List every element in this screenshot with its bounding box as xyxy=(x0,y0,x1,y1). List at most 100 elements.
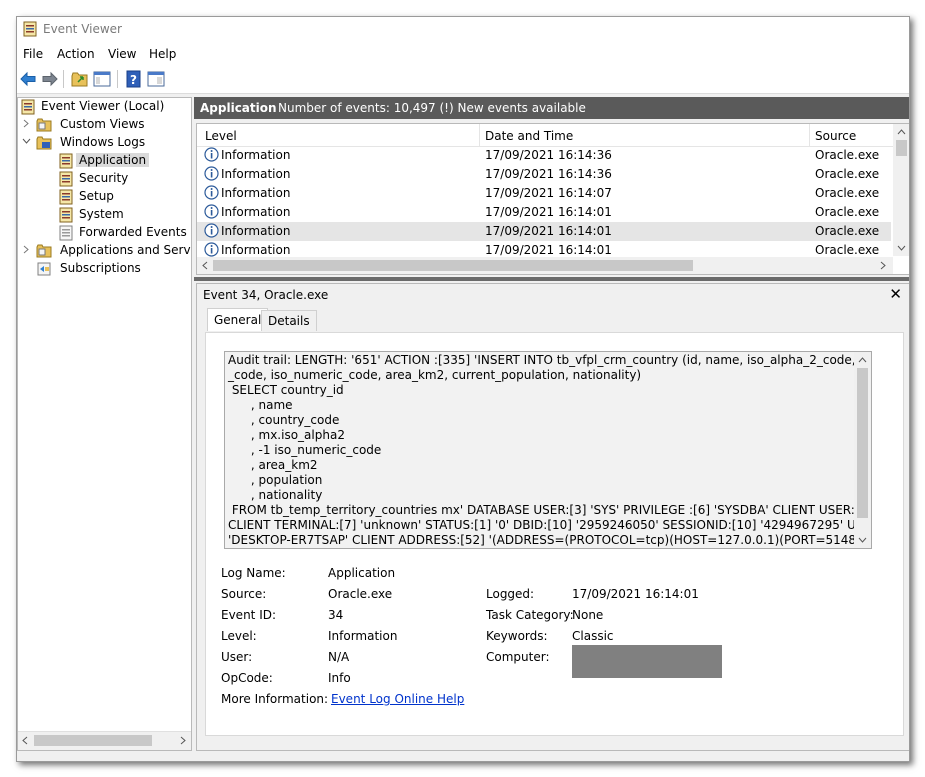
chevron-right-icon[interactable] xyxy=(178,736,187,745)
menu-help[interactable]: Help xyxy=(149,47,176,61)
information-icon xyxy=(204,166,219,181)
chevron-down-icon[interactable] xyxy=(22,137,31,146)
event-log-online-help-link[interactable]: Event Log Online Help xyxy=(331,692,464,706)
forward-arrow-icon[interactable] xyxy=(41,70,59,88)
column-divider[interactable] xyxy=(809,124,810,146)
event-source: Oracle.exe xyxy=(815,224,880,238)
event-source: Oracle.exe xyxy=(815,186,880,200)
pane-splitter[interactable] xyxy=(194,277,909,281)
event-level: Information xyxy=(221,167,291,181)
tree-horizontal-scrollbar[interactable] xyxy=(18,731,191,750)
close-icon[interactable]: ✕ xyxy=(889,285,902,303)
folder-icon xyxy=(36,118,52,132)
log-header-title: Application xyxy=(200,101,277,115)
grid-vertical-scrollbar[interactable] xyxy=(893,124,909,256)
event-datetime: 17/09/2021 16:14:01 xyxy=(485,224,612,238)
chevron-down-icon[interactable] xyxy=(897,243,906,252)
tree-label: Subscriptions xyxy=(60,261,141,275)
menu-view[interactable]: View xyxy=(108,47,136,61)
log-icon xyxy=(59,153,73,169)
event-message-text: Audit trail: LENGTH: '651' ACTION :[335]… xyxy=(228,353,872,547)
event-row[interactable]: Information 17/09/2021 16:14:07 Oracle.e… xyxy=(197,184,891,203)
event-source: Oracle.exe xyxy=(815,205,880,219)
scroll-thumb[interactable] xyxy=(896,140,907,156)
event-level: Information xyxy=(221,243,291,257)
log-header: Application Number of events: 10,497 (!)… xyxy=(194,97,909,119)
chevron-right-icon[interactable] xyxy=(22,119,31,128)
user-value: N/A xyxy=(328,650,350,664)
log-icon xyxy=(59,207,73,223)
column-divider[interactable] xyxy=(479,124,480,146)
opcode-value: Info xyxy=(328,671,351,685)
log-icon xyxy=(59,189,73,205)
event-row-selected[interactable]: Information 17/09/2021 16:14:01 Oracle.e… xyxy=(197,222,891,241)
tree-label: Setup xyxy=(79,189,114,203)
tab-details[interactable]: Details xyxy=(261,310,317,331)
chevron-down-icon[interactable] xyxy=(858,535,867,544)
event-level: Information xyxy=(221,205,291,219)
help-icon[interactable]: ? xyxy=(125,70,143,88)
message-vertical-scrollbar[interactable] xyxy=(854,352,871,548)
tree-label: Forwarded Events xyxy=(79,225,187,239)
user-label: User: xyxy=(221,650,253,664)
tree-label: Application xyxy=(76,153,150,167)
computer-label: Computer: xyxy=(486,650,550,664)
event-datetime: 17/09/2021 16:14:36 xyxy=(485,148,612,162)
scroll-thumb[interactable] xyxy=(213,260,693,271)
toolbar: ? xyxy=(17,65,909,94)
event-row[interactable]: Information 17/09/2021 16:14:36 Oracle.e… xyxy=(197,165,891,184)
log-icon xyxy=(59,171,73,187)
column-header-level[interactable]: Level xyxy=(205,129,237,143)
chevron-right-icon[interactable] xyxy=(878,261,887,270)
forwarded-log-icon xyxy=(59,225,73,241)
event-source: Oracle.exe xyxy=(815,243,880,257)
information-icon xyxy=(204,185,219,200)
open-folder-icon[interactable] xyxy=(71,70,89,88)
event-message-box[interactable]: Audit trail: LENGTH: '651' ACTION :[335]… xyxy=(224,351,872,549)
event-datetime: 17/09/2021 16:14:01 xyxy=(485,243,612,257)
menu-file[interactable]: File xyxy=(23,47,43,61)
back-arrow-icon[interactable] xyxy=(19,70,37,88)
task-category-label: Task Category: xyxy=(486,608,574,622)
event-viewer-window: Event Viewer File Action View Help ? Eve… xyxy=(16,16,910,762)
log-name-label: Log Name: xyxy=(221,566,286,580)
tab-general[interactable]: General xyxy=(207,308,269,331)
event-source: Oracle.exe xyxy=(815,148,880,162)
computer-value-redacted xyxy=(572,645,722,678)
console-tree-icon[interactable] xyxy=(93,70,111,88)
log-name-value: Application xyxy=(328,566,396,580)
scroll-thumb[interactable] xyxy=(34,735,152,746)
event-row[interactable]: Information 17/09/2021 16:14:01 Oracle.e… xyxy=(197,203,891,222)
event-detail-title: Event 34, Oracle.exe xyxy=(203,288,329,302)
events-grid: Level Date and Time Source Information 1… xyxy=(196,123,909,275)
column-header-source[interactable]: Source xyxy=(815,129,856,143)
event-id-label: Event ID: xyxy=(221,608,277,622)
log-header-summary: Number of events: 10,497 (!) New events … xyxy=(278,101,586,115)
information-icon xyxy=(204,204,219,219)
scroll-thumb[interactable] xyxy=(857,368,868,518)
task-category-value: None xyxy=(572,608,604,622)
event-row[interactable]: Information 17/09/2021 16:14:36 Oracle.e… xyxy=(197,146,891,165)
chevron-up-icon[interactable] xyxy=(897,128,906,137)
grid-horizontal-scrollbar[interactable] xyxy=(197,257,893,274)
tree-label: Applications and Service xyxy=(60,243,191,257)
event-viewer-icon xyxy=(21,99,35,115)
navigation-tree: Event Viewer (Local) Custom Views Window… xyxy=(17,97,192,751)
menu-action[interactable]: Action xyxy=(57,47,95,61)
chevron-left-icon[interactable] xyxy=(201,261,210,270)
main-pane: Application Number of events: 10,497 (!)… xyxy=(194,97,909,751)
source-value: Oracle.exe xyxy=(328,587,393,601)
chevron-up-icon[interactable] xyxy=(858,356,867,365)
event-datetime: 17/09/2021 16:14:01 xyxy=(485,205,612,219)
pane-toggle-icon[interactable] xyxy=(147,70,165,88)
level-value: Information xyxy=(328,629,398,643)
events-grid-header: Level Date and Time Source xyxy=(197,124,909,147)
toolbar-separator xyxy=(117,70,118,88)
tree-label: Security xyxy=(79,171,129,185)
chevron-left-icon[interactable] xyxy=(21,736,30,745)
event-level: Information xyxy=(221,224,291,238)
keywords-value: Classic xyxy=(572,629,614,643)
column-header-date-time[interactable]: Date and Time xyxy=(485,129,573,143)
chevron-right-icon[interactable] xyxy=(22,245,31,254)
event-viewer-app-icon xyxy=(23,21,37,37)
